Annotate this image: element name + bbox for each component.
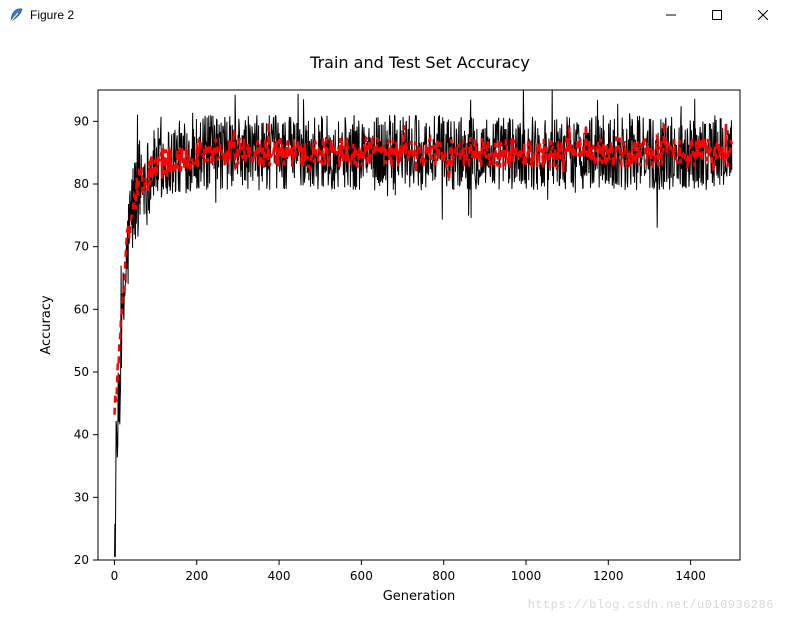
svg-text:90: 90 [74,114,89,128]
svg-text:50: 50 [74,365,89,379]
minimize-button[interactable] [648,0,694,30]
svg-text:0: 0 [111,569,119,583]
svg-text:1000: 1000 [511,569,542,583]
svg-text:30: 30 [74,490,89,504]
svg-text:1200: 1200 [593,569,624,583]
svg-text:800: 800 [432,569,455,583]
feather-icon [8,7,24,23]
x-axis-label: Generation [383,589,456,604]
y-axis-label: Accuracy [39,295,54,355]
figure-window: Figure 2 Train and Test Set Accuracy 20 3… [0,0,788,622]
svg-text:60: 60 [74,302,89,316]
window-title: Figure 2 [30,8,74,22]
svg-text:600: 600 [350,569,373,583]
titlebar: Figure 2 [0,0,788,30]
svg-text:400: 400 [268,569,291,583]
svg-text:20: 20 [74,553,89,567]
svg-text:1400: 1400 [675,569,706,583]
svg-text:70: 70 [74,240,89,254]
chart-svg: Train and Test Set Accuracy 20 30 40 50 60 70… [0,30,788,622]
watermark-text: https://blog.csdn.net/u010936286 [528,598,774,612]
chart-area: Train and Test Set Accuracy 20 30 40 50 60 70… [0,30,788,622]
close-button[interactable] [740,0,786,30]
chart-title: Train and Test Set Accuracy [309,53,530,72]
x-ticks: 0 200 400 600 800 1000 1200 1400 [111,560,706,583]
maximize-button[interactable] [694,0,740,30]
svg-text:80: 80 [74,177,89,191]
svg-text:200: 200 [185,569,208,583]
svg-text:40: 40 [74,428,89,442]
